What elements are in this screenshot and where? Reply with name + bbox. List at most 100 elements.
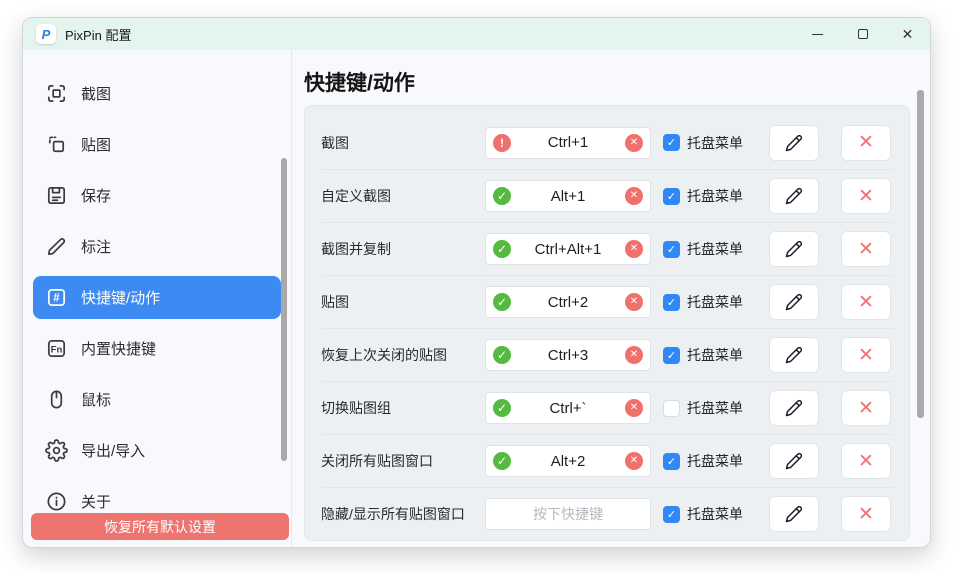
edit-hotkey-button[interactable] <box>769 125 819 161</box>
main-scrollbar[interactable] <box>917 90 924 418</box>
sidebar-scrollbar[interactable] <box>281 158 287 461</box>
clear-hotkey-icon[interactable]: ✕ <box>625 187 643 205</box>
tray-menu-label: 托盘菜单 <box>687 186 745 206</box>
minimize-button[interactable] <box>795 18 840 50</box>
tray-menu-label: 托盘菜单 <box>687 398 745 418</box>
delete-hotkey-button[interactable]: ✕ <box>841 496 891 532</box>
edit-hotkey-button[interactable] <box>769 284 819 320</box>
main-content: 快捷键/动作 截图 ! Ctrl+1 ✕ ✓ 托盘菜单 ✕ 自定义截图 ✓ Al… <box>292 50 930 547</box>
svg-text:#: # <box>53 293 60 305</box>
hotkey-value: Ctrl+` <box>549 400 586 417</box>
pencil-icon <box>785 293 803 311</box>
edit-hotkey-button[interactable] <box>769 390 819 426</box>
hotkey-input[interactable]: ✓ Ctrl+3 ✕ <box>485 339 651 371</box>
edit-hotkey-button[interactable] <box>769 496 819 532</box>
reset-defaults-button[interactable]: 恢复所有默认设置 <box>31 513 289 540</box>
pencil-icon <box>785 187 803 205</box>
hotkey-input[interactable]: 按下快捷键 <box>485 498 651 530</box>
tray-menu-label: 托盘菜单 <box>687 451 745 471</box>
tray-menu-checkbox[interactable]: ✓ <box>663 347 680 364</box>
delete-icon: ✕ <box>858 346 874 365</box>
hotkey-action-label: 截图并复制 <box>321 239 485 259</box>
maximize-button[interactable] <box>840 18 885 50</box>
hotkey-icon: # <box>45 286 68 309</box>
clear-hotkey-icon[interactable]: ✕ <box>625 293 643 311</box>
hotkey-input[interactable]: ✓ Ctrl+Alt+1 ✕ <box>485 233 651 265</box>
tray-menu-checkbox[interactable]: ✓ <box>663 134 680 151</box>
pixpin-config-window: P PixPin 配置 ✕ 截图 贴图 保存 标注 # 快捷键/动作 Fn 内置快捷… <box>22 17 931 548</box>
edit-hotkey-button[interactable] <box>769 443 819 479</box>
minimize-icon <box>812 34 823 35</box>
annotate-icon <box>45 235 68 258</box>
gear-icon <box>45 439 68 462</box>
status-icon: ✓ <box>493 399 511 417</box>
status-icon: ! <box>493 134 511 152</box>
hotkey-row: 自定义截图 ✓ Alt+1 ✕ ✓ 托盘菜单 ✕ <box>321 169 893 222</box>
svg-text:Fn: Fn <box>51 344 63 355</box>
hotkey-action-label: 切换贴图组 <box>321 398 485 418</box>
sidebar-item-7[interactable]: 导出/导入 <box>33 429 281 472</box>
tray-menu-checkbox[interactable]: ✓ <box>663 453 680 470</box>
delete-hotkey-button[interactable]: ✕ <box>841 178 891 214</box>
sidebar-item-2[interactable]: 保存 <box>33 174 281 217</box>
sidebar-item-5[interactable]: Fn 内置快捷键 <box>33 327 281 370</box>
clear-hotkey-icon[interactable]: ✕ <box>625 240 643 258</box>
tray-menu-checkbox[interactable]: ✓ <box>663 506 680 523</box>
tray-menu-checkbox[interactable]: ✓ <box>663 294 680 311</box>
hotkey-row: 隐藏/显示所有贴图窗口 按下快捷键 ✓ 托盘菜单 ✕ <box>321 487 893 540</box>
tray-menu-label: 托盘菜单 <box>687 239 745 259</box>
tray-menu-label: 托盘菜单 <box>687 345 745 365</box>
hotkey-input[interactable]: ! Ctrl+1 ✕ <box>485 127 651 159</box>
hotkey-input[interactable]: ✓ Ctrl+2 ✕ <box>485 286 651 318</box>
sidebar-item-3[interactable]: 标注 <box>33 225 281 268</box>
clear-hotkey-icon[interactable]: ✕ <box>625 452 643 470</box>
delete-hotkey-button[interactable]: ✕ <box>841 390 891 426</box>
hotkey-input[interactable]: ✓ Alt+1 ✕ <box>485 180 651 212</box>
mouse-icon <box>45 388 68 411</box>
info-icon <box>45 490 68 513</box>
status-icon: ✓ <box>493 240 511 258</box>
hotkey-row: 贴图 ✓ Ctrl+2 ✕ ✓ 托盘菜单 ✕ <box>321 275 893 328</box>
status-icon: ✓ <box>493 452 511 470</box>
hotkey-value: Alt+2 <box>551 453 586 470</box>
clear-hotkey-icon[interactable]: ✕ <box>625 134 643 152</box>
sidebar-item-label: 贴图 <box>81 134 111 155</box>
delete-icon: ✕ <box>858 293 874 312</box>
tray-menu-checkbox[interactable]: ✓ <box>663 241 680 258</box>
sidebar-item-6[interactable]: 鼠标 <box>33 378 281 421</box>
close-button[interactable]: ✕ <box>885 18 930 50</box>
titlebar: P PixPin 配置 ✕ <box>23 18 930 50</box>
tray-menu-label: 托盘菜单 <box>687 292 745 312</box>
clear-hotkey-icon[interactable]: ✕ <box>625 346 643 364</box>
edit-hotkey-button[interactable] <box>769 337 819 373</box>
hotkey-input[interactable]: ✓ Ctrl+` ✕ <box>485 392 651 424</box>
delete-hotkey-button[interactable]: ✕ <box>841 284 891 320</box>
delete-icon: ✕ <box>858 240 874 259</box>
delete-hotkey-button[interactable]: ✕ <box>841 337 891 373</box>
hotkey-row: 恢复上次关闭的贴图 ✓ Ctrl+3 ✕ ✓ 托盘菜单 ✕ <box>321 328 893 381</box>
tray-menu-checkbox[interactable]: ✓ <box>663 188 680 205</box>
edit-hotkey-button[interactable] <box>769 231 819 267</box>
tray-menu-checkbox[interactable] <box>663 400 680 417</box>
sidebar-item-4[interactable]: # 快捷键/动作 <box>33 276 281 319</box>
sidebar-item-0[interactable]: 截图 <box>33 72 281 115</box>
delete-hotkey-button[interactable]: ✕ <box>841 231 891 267</box>
pixpin-logo-icon: P <box>36 24 56 44</box>
hotkey-input[interactable]: ✓ Alt+2 ✕ <box>485 445 651 477</box>
delete-hotkey-button[interactable]: ✕ <box>841 125 891 161</box>
hotkey-row: 切换贴图组 ✓ Ctrl+` ✕ 托盘菜单 ✕ <box>321 381 893 434</box>
tray-menu-label: 托盘菜单 <box>687 504 745 524</box>
window-title: PixPin 配置 <box>65 25 131 44</box>
delete-hotkey-button[interactable]: ✕ <box>841 443 891 479</box>
hotkey-value: Alt+1 <box>551 188 586 205</box>
hotkey-action-label: 关闭所有贴图窗口 <box>321 451 485 471</box>
screenshot-icon <box>45 82 68 105</box>
clear-hotkey-icon[interactable]: ✕ <box>625 399 643 417</box>
sidebar-item-1[interactable]: 贴图 <box>33 123 281 166</box>
hotkey-action-label: 贴图 <box>321 292 485 312</box>
sidebar-item-label: 标注 <box>81 236 111 257</box>
hotkey-value: Ctrl+1 <box>548 134 588 151</box>
hotkey-value: Ctrl+Alt+1 <box>535 241 602 258</box>
edit-hotkey-button[interactable] <box>769 178 819 214</box>
tray-menu-label: 托盘菜单 <box>687 133 745 153</box>
